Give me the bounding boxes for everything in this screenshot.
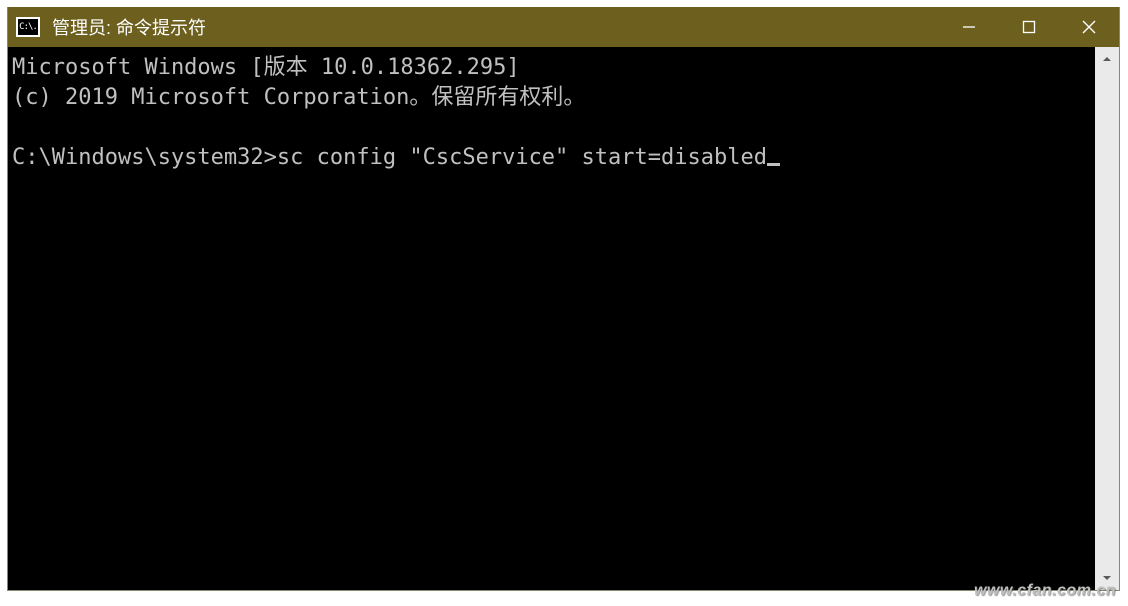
cursor (767, 163, 780, 166)
chevron-up-icon (1101, 53, 1113, 65)
cmd-icon: C:\. (16, 17, 40, 37)
close-icon (1082, 20, 1096, 34)
maximize-icon (1022, 20, 1036, 34)
scrollbar-track[interactable] (1095, 71, 1119, 566)
window-title: 管理员: 命令提示符 (52, 14, 939, 40)
version-line: Microsoft Windows [版本 10.0.18362.295] (12, 55, 520, 80)
minimize-icon (962, 20, 976, 34)
titlebar[interactable]: C:\. 管理员: 命令提示符 (8, 7, 1119, 47)
copyright-line: (c) 2019 Microsoft Corporation。保留所有权利。 (12, 85, 585, 110)
window-controls (939, 7, 1119, 47)
cmd-window: C:\. 管理员: 命令提示符 Microsoft Windows [版 (7, 7, 1120, 591)
terminal-area: Microsoft Windows [版本 10.0.18362.295] (c… (8, 47, 1119, 590)
prompt: C:\Windows\system32> (12, 145, 277, 170)
minimize-button[interactable] (939, 7, 999, 47)
watermark: www.cfan.com.cn (974, 582, 1116, 600)
scroll-up-button[interactable] (1095, 47, 1119, 71)
vertical-scrollbar[interactable] (1095, 47, 1119, 590)
command-text: sc config "CscService" start=disabled (277, 145, 767, 170)
terminal[interactable]: Microsoft Windows [版本 10.0.18362.295] (c… (8, 47, 1095, 590)
close-button[interactable] (1059, 7, 1119, 47)
maximize-button[interactable] (999, 7, 1059, 47)
